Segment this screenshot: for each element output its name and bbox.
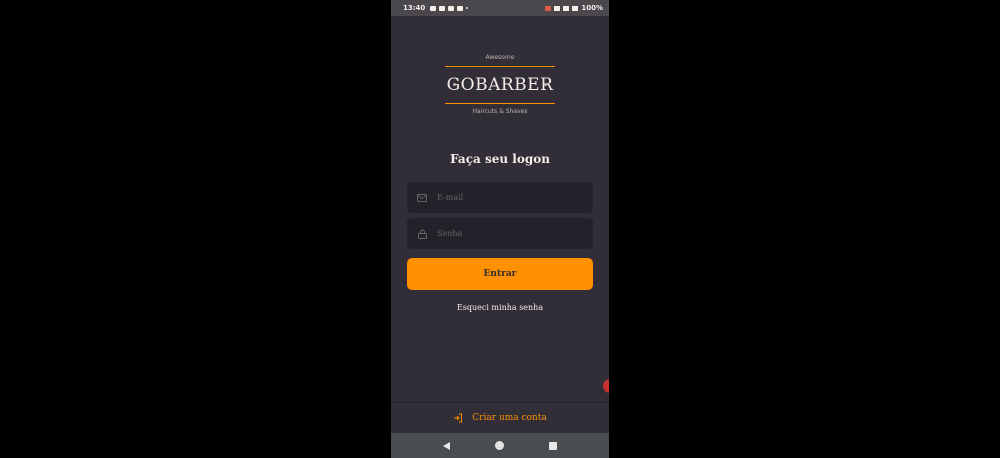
signal-icon [563,5,570,11]
notification-icon [430,5,437,11]
mail-icon [417,193,427,203]
password-field[interactable]: Senha [407,218,593,249]
email-field[interactable]: E-mail [407,182,593,213]
floating-button[interactable] [603,379,609,393]
logo-divider [445,66,555,67]
notification-icons [430,5,469,11]
battery-level: 100% [581,4,603,12]
status-bar: 13:40 100% [391,0,609,16]
logo-brand: GOBARBER [445,70,555,100]
forgot-password-link[interactable]: Esqueci minha senha [391,303,609,312]
gobarber-logo: Awesome GOBARBER Haircuts & Shaves [445,53,555,119]
create-account-label: Criar uma conta [472,413,547,423]
status-right: 100% [545,4,603,12]
logo-bullet-icon [544,83,547,86]
login-button[interactable]: Entrar [407,258,593,290]
logo-bullet-icon [453,83,456,86]
create-account-link[interactable]: Criar uma conta [391,402,609,433]
log-in-icon [453,413,463,423]
wifi-icon [554,5,561,11]
youtube-icon [439,5,446,11]
page-title: Faça seu logon [450,152,550,166]
more-dot-icon [466,7,469,9]
cast-icon [545,5,552,11]
app-screen: 13:40 100% Awesome GOBARBER Haircuts & S… [391,0,609,458]
logo-top-text: Awesome [485,54,515,61]
logo-bottom-text: Haircuts & Shaves [472,108,528,115]
back-icon[interactable] [443,441,451,450]
recents-icon[interactable] [548,441,557,450]
logo-brand-text: GOBARBER [446,75,554,95]
home-icon[interactable] [494,441,504,450]
video-icon [448,5,455,11]
status-time: 13:40 [403,4,426,12]
system-nav-bar [391,433,609,458]
battery-icon [572,5,579,11]
email-placeholder: E-mail [437,193,464,202]
password-placeholder: Senha [437,229,463,238]
instagram-icon [457,5,464,11]
lock-icon [417,229,427,239]
logo-divider [445,103,555,104]
